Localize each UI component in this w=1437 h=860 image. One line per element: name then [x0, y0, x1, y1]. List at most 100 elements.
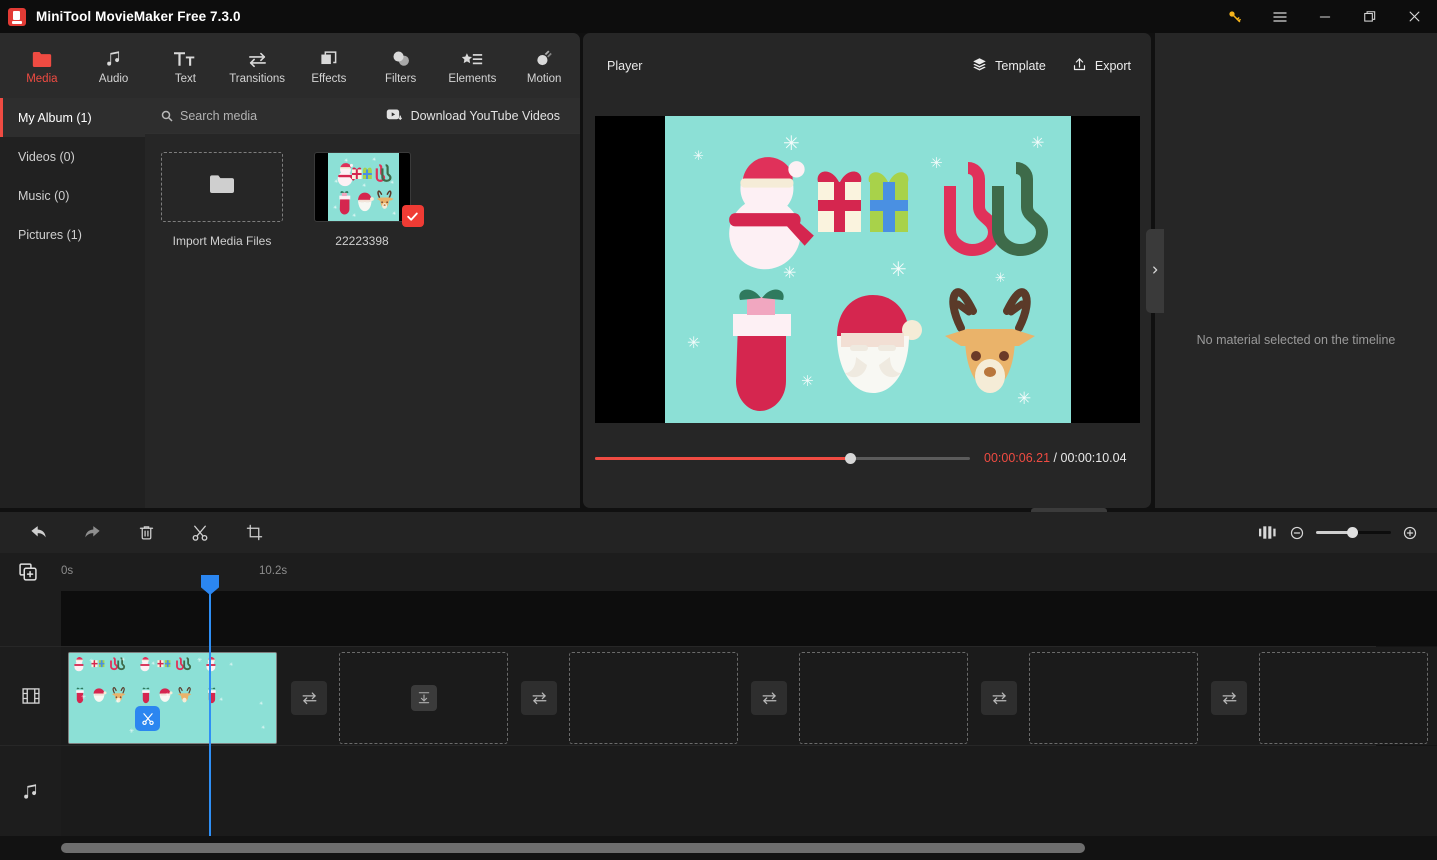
empty-media-slot[interactable]	[1029, 652, 1198, 744]
svg-text:✳: ✳	[801, 372, 814, 390]
svg-text:✳: ✳	[81, 694, 86, 701]
svg-text:✳: ✳	[165, 692, 170, 699]
timeline-audio-lane[interactable]	[61, 746, 1437, 836]
redo-button[interactable]	[69, 512, 115, 553]
search-icon	[161, 110, 173, 122]
template-label: Template	[995, 59, 1046, 73]
svg-text:✳: ✳	[219, 697, 223, 703]
folder-icon	[32, 46, 52, 68]
delete-button[interactable]	[123, 512, 169, 553]
toolbar-tab-label: Text	[175, 73, 196, 85]
transition-slot[interactable]	[1211, 681, 1247, 715]
svg-text:✳: ✳	[392, 211, 396, 217]
empty-media-slot[interactable]	[569, 652, 738, 744]
crop-button[interactable]	[231, 512, 277, 553]
export-button[interactable]: Export	[1072, 57, 1131, 75]
empty-media-slot[interactable]	[799, 652, 968, 744]
toolbar-tab-label: Effects	[311, 73, 346, 85]
video-track-icon[interactable]	[0, 647, 61, 745]
zoom-in-button[interactable]	[1395, 512, 1425, 553]
toolbar-tab-label: Audio	[99, 73, 128, 85]
album-item-my-album[interactable]: My Album (1)	[0, 98, 145, 137]
total-time: 00:00:10.04	[1061, 451, 1127, 465]
preview-canvas[interactable]: ✳ ✳ ✳ ✳ ✳ ✳ ✳ ✳ ✳ ✳	[595, 116, 1140, 423]
album-item-videos[interactable]: Videos (0)	[0, 137, 145, 176]
template-button[interactable]: Template	[972, 57, 1046, 75]
toolbar-tab-motion[interactable]: Motion	[508, 33, 580, 98]
search-media-container[interactable]	[161, 109, 360, 123]
app-logo-icon	[8, 8, 26, 26]
timeline-hscrollbar-thumb[interactable]	[61, 843, 1085, 853]
timeline-zoom-slider[interactable]	[1316, 531, 1391, 534]
svg-text:✳: ✳	[259, 701, 263, 707]
download-youtube-label: Download YouTube Videos	[411, 109, 560, 123]
seek-handle[interactable]	[845, 453, 856, 464]
undo-button[interactable]	[15, 512, 61, 553]
svg-text:✳: ✳	[362, 183, 366, 189]
import-media-cell[interactable]: Import Media Files	[161, 152, 283, 248]
album-item-label: My Album (1)	[18, 111, 92, 125]
toolbar-tab-elements[interactable]: Elements	[437, 33, 509, 98]
clip-split-badge[interactable]	[135, 706, 160, 731]
seek-slider[interactable]	[595, 457, 970, 460]
download-into-box-icon	[411, 685, 437, 711]
download-youtube-videos-button[interactable]: Download YouTube Videos	[386, 108, 560, 124]
svg-text:✳: ✳	[121, 657, 125, 663]
svg-text:✳: ✳	[352, 213, 356, 219]
toolbar-tab-label: Elements	[448, 73, 496, 85]
toolbar-tab-effects[interactable]: Effects	[293, 33, 365, 98]
album-item-pictures[interactable]: Pictures (1)	[0, 215, 145, 254]
timeline-zoom-controls	[1252, 512, 1425, 553]
toolbar-tab-filters[interactable]: Filters	[365, 33, 437, 98]
hamburger-menu-icon[interactable]	[1257, 0, 1302, 33]
toolbar-tab-transitions[interactable]: Transitions	[221, 33, 293, 98]
transition-slot[interactable]	[521, 681, 557, 715]
media-item[interactable]: ✳✳✳ ✳✳✳ ✳✳ 22223398	[301, 152, 423, 248]
search-input[interactable]	[180, 109, 360, 123]
add-track-icon[interactable]	[18, 562, 38, 587]
toolbar-tab-label: Motion	[527, 73, 562, 85]
zoom-out-button[interactable]	[1282, 512, 1312, 553]
close-icon[interactable]	[1392, 0, 1437, 33]
split-button[interactable]	[177, 512, 223, 553]
import-media-files-label: Import Media Files	[173, 234, 272, 248]
ruler-tick-label: 10.2s	[259, 565, 287, 577]
minimize-icon[interactable]	[1302, 0, 1347, 33]
media-selected-check-icon[interactable]	[402, 205, 424, 227]
toolbar-tab-media[interactable]: Media	[6, 33, 78, 98]
player-header: Player Template Expo	[583, 33, 1151, 98]
import-media-files-button[interactable]	[161, 152, 283, 222]
empty-media-slot[interactable]	[339, 652, 508, 744]
svg-text:✳: ✳	[390, 180, 394, 186]
svg-text:✳: ✳	[344, 158, 348, 164]
svg-text:✳: ✳	[89, 658, 94, 665]
svg-text:✳: ✳	[995, 271, 1006, 286]
media-topbar: Download YouTube Videos	[145, 98, 580, 134]
empty-media-slot[interactable]	[1259, 652, 1428, 744]
timeline-hscrollbar-track[interactable]	[0, 836, 1437, 860]
maximize-restore-icon[interactable]	[1347, 0, 1392, 33]
toolbar-tab-audio[interactable]: Audio	[78, 33, 150, 98]
media-thumbnail[interactable]: ✳✳✳ ✳✳✳ ✳✳	[314, 152, 411, 222]
thumbnail-image: ✳✳✳ ✳✳✳ ✳✳	[328, 153, 399, 222]
key-icon[interactable]	[1212, 0, 1257, 33]
no-material-message: No material selected on the timeline	[1155, 333, 1437, 347]
timeline-clip[interactable]: ✳✳ ✳✳ ✳✳ ✳✳ ✳✳ ✳✳	[68, 652, 277, 744]
panel-collapse-button[interactable]	[1146, 229, 1164, 313]
transition-slot[interactable]	[291, 681, 327, 715]
transition-slot[interactable]	[981, 681, 1017, 715]
svg-text:✳: ✳	[930, 154, 943, 172]
toolbar-tab-text[interactable]: Text	[150, 33, 222, 98]
svg-text:✳: ✳	[115, 699, 119, 705]
album-item-label: Videos (0)	[18, 150, 75, 164]
svg-text:✳: ✳	[693, 149, 704, 164]
zoom-handle[interactable]	[1347, 527, 1358, 538]
toolbar-tab-label: Transitions	[229, 73, 285, 85]
album-item-music[interactable]: Music (0)	[0, 176, 145, 215]
media-thumbnail-wrap[interactable]: ✳✳✳ ✳✳✳ ✳✳	[314, 152, 411, 222]
chevron-right-icon	[1150, 262, 1160, 280]
fit-timeline-button[interactable]	[1252, 512, 1282, 553]
timeline-lane-top[interactable]	[61, 591, 1437, 646]
audio-track-icon[interactable]	[0, 746, 61, 836]
transition-slot[interactable]	[751, 681, 787, 715]
